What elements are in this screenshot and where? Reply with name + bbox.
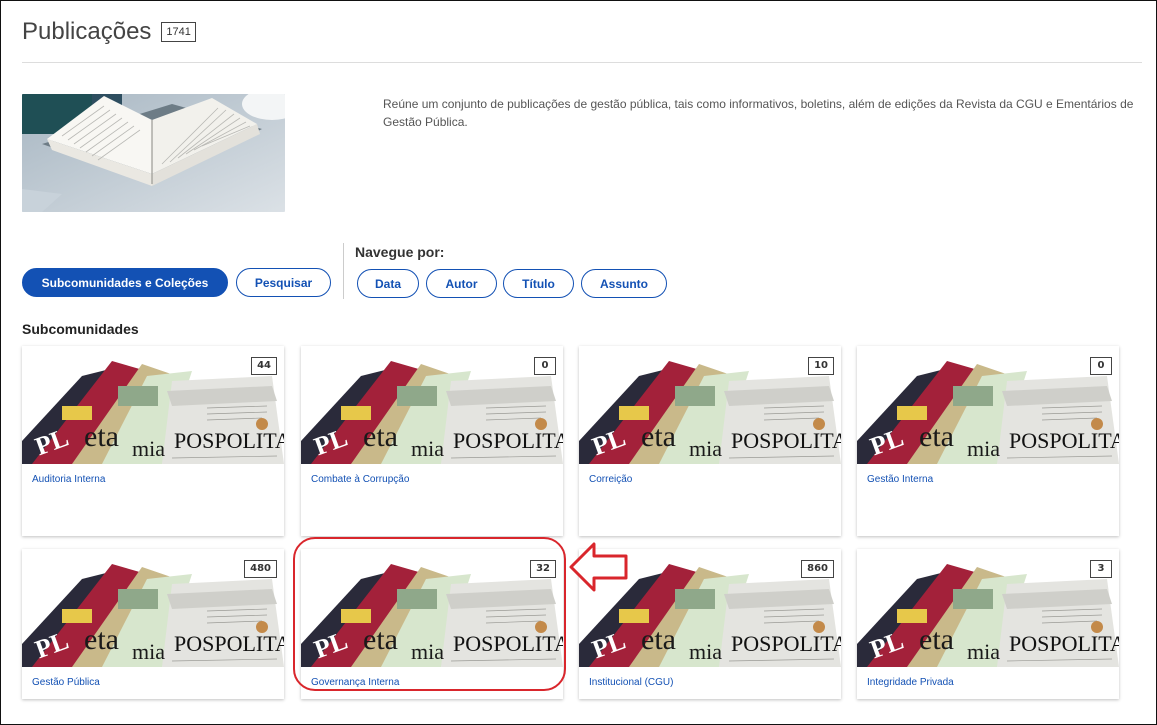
subcommunity-link[interactable]: Correição xyxy=(589,474,632,485)
subcommunity-link[interactable]: Institucional (CGU) xyxy=(589,677,673,688)
total-count-badge: 1741 xyxy=(161,22,196,42)
subcommunity-card-correicao[interactable]: 10 Correição xyxy=(579,346,841,536)
newspapers-thumbnail xyxy=(857,346,1119,464)
item-count-badge: 3 xyxy=(1090,560,1112,578)
subcommunities-heading: Subcomunidades xyxy=(22,321,139,337)
newspapers-thumbnail xyxy=(857,549,1119,667)
browse-date-button[interactable]: Data xyxy=(357,269,419,298)
newspapers-thumbnail xyxy=(301,346,563,464)
header-divider xyxy=(22,62,1142,63)
item-count-badge: 0 xyxy=(1090,357,1112,375)
subcommunity-card-gestao-publica[interactable]: 480 Gestão Pública xyxy=(22,549,284,699)
subcommunity-card-governanca-interna[interactable]: 32 Governança Interna xyxy=(301,549,563,699)
subcommunity-link[interactable]: Governança Interna xyxy=(311,677,399,688)
item-count-badge: 44 xyxy=(251,357,277,375)
item-count-badge: 32 xyxy=(530,560,556,578)
browse-author-button[interactable]: Autor xyxy=(426,269,497,298)
subcommunity-link[interactable]: Gestão Interna xyxy=(867,474,933,485)
subcommunity-link[interactable]: Combate à Corrupção xyxy=(311,474,409,485)
browse-title-button[interactable]: Título xyxy=(503,269,574,298)
page-title: Publicações xyxy=(22,18,152,45)
item-count-badge: 10 xyxy=(808,357,834,375)
newspapers-thumbnail xyxy=(301,549,563,667)
subcommunity-card-integridade-privada[interactable]: 3 Integridade Privada xyxy=(857,549,1119,699)
nav-divider xyxy=(343,243,344,299)
left-arrow-icon xyxy=(569,542,628,592)
subcommunity-link[interactable]: Gestão Pública xyxy=(32,677,100,688)
item-count-badge: 480 xyxy=(244,560,277,578)
browse-label: Navegue por: xyxy=(355,244,445,260)
subcommunity-link[interactable]: Auditoria Interna xyxy=(32,474,105,485)
subcommunity-card-combate-corrupcao[interactable]: 0 Combate à Corrupção xyxy=(301,346,563,536)
tab-search[interactable]: Pesquisar xyxy=(236,268,331,297)
subcommunity-link[interactable]: Integridade Privada xyxy=(867,677,954,688)
book-image xyxy=(22,94,285,212)
subcommunity-card-auditoria-interna[interactable]: 44 Auditoria Interna xyxy=(22,346,284,536)
subcommunity-card-gestao-interna[interactable]: 0 Gestão Interna xyxy=(857,346,1119,536)
community-description: Reúne um conjunto de publicações de gest… xyxy=(383,97,1134,129)
page-header: Publicações 1741 xyxy=(22,18,196,46)
open-book-illustration xyxy=(22,94,285,212)
tab-subcommunities-collections[interactable]: Subcomunidades e Coleções xyxy=(22,268,228,297)
browse-subject-button[interactable]: Assunto xyxy=(581,269,667,298)
newspapers-thumbnail xyxy=(22,346,284,464)
item-count-badge: 0 xyxy=(534,357,556,375)
item-count-badge: 860 xyxy=(801,560,834,578)
newspapers-thumbnail xyxy=(579,346,841,464)
